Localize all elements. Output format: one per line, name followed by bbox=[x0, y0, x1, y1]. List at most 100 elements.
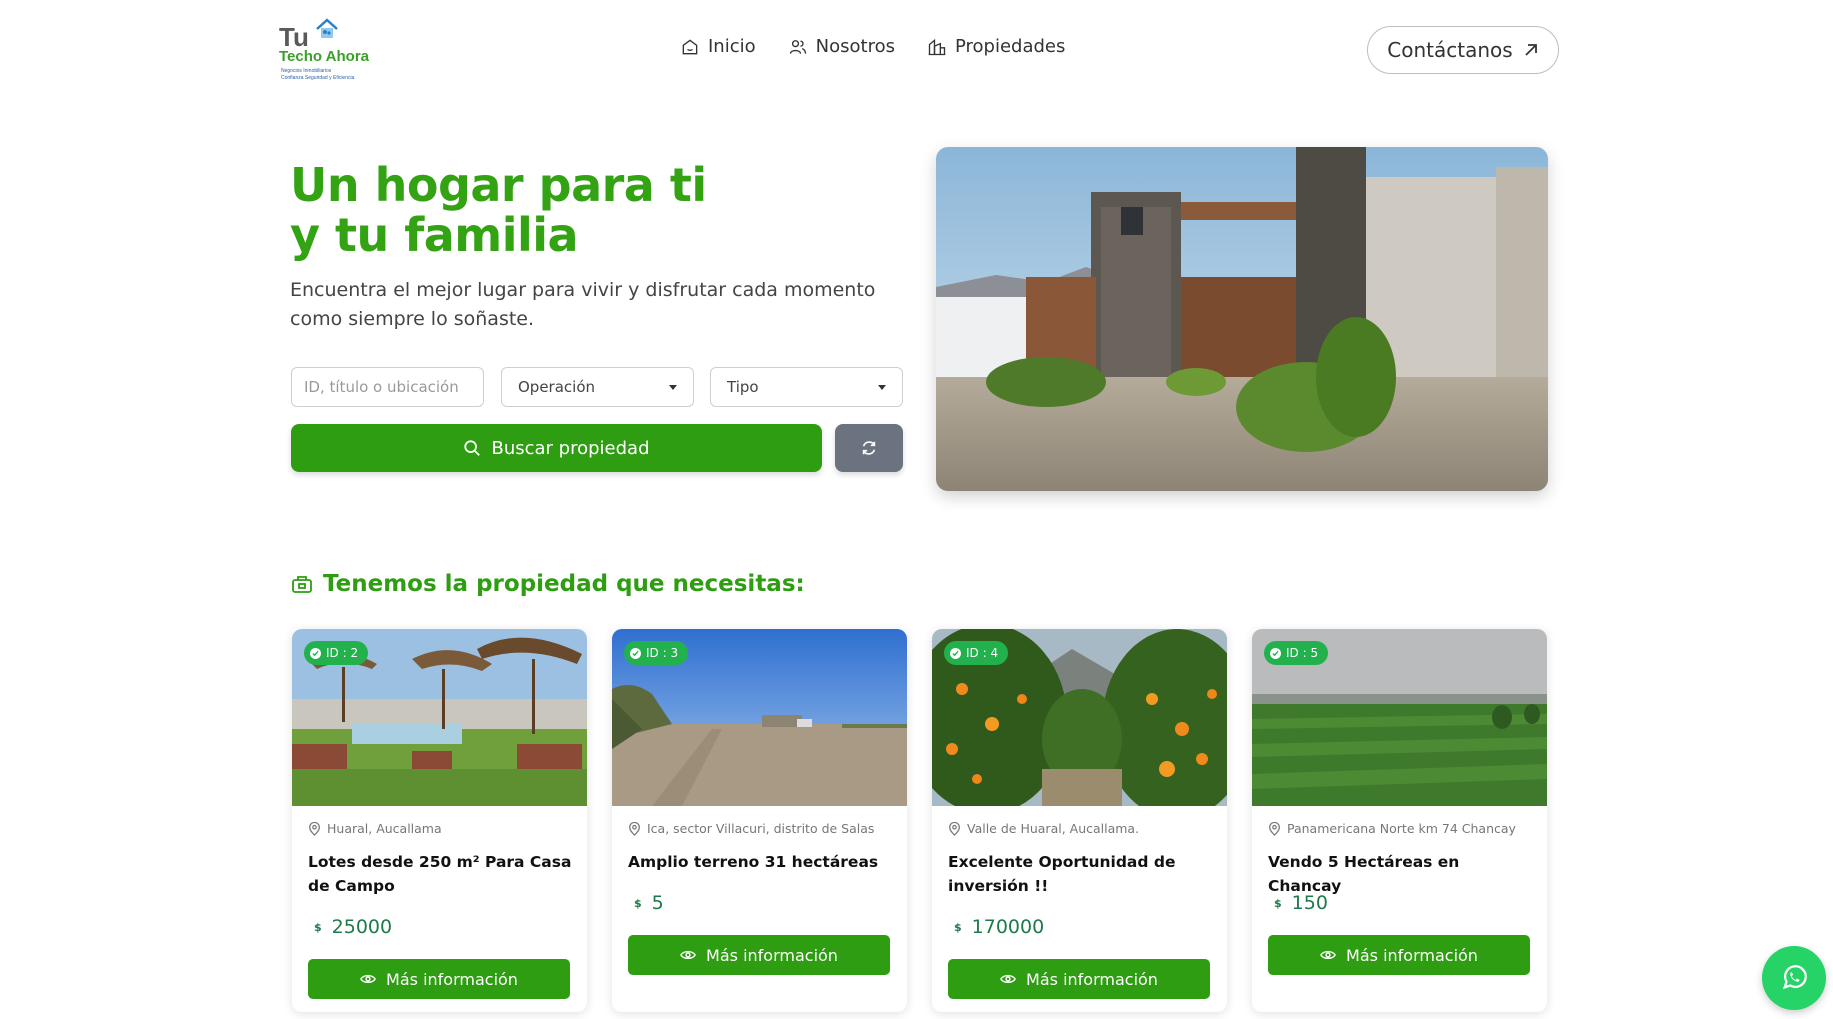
property-location-label: Panamericana Norte km 74 Chancay bbox=[1287, 821, 1516, 836]
property-location: Panamericana Norte km 74 Chancay bbox=[1268, 821, 1516, 836]
nav-nosotros[interactable]: Nosotros bbox=[788, 36, 895, 57]
hero-image bbox=[936, 147, 1548, 491]
eye-icon bbox=[360, 974, 376, 984]
check-circle-icon bbox=[630, 647, 641, 659]
currency-symbol: $ bbox=[634, 896, 642, 910]
more-info-button[interactable]: Más información bbox=[628, 935, 890, 975]
property-location: Valle de Huaral, Aucallama. bbox=[948, 821, 1139, 836]
more-info-button[interactable]: Más información bbox=[308, 959, 570, 999]
contact-button-label: Contáctanos bbox=[1387, 38, 1513, 62]
eye-icon bbox=[680, 950, 696, 960]
currency-symbol: $ bbox=[314, 920, 322, 934]
whatsapp-button[interactable] bbox=[1762, 946, 1826, 1010]
whatsapp-icon bbox=[1782, 965, 1807, 990]
property-price: $ 25000 bbox=[314, 916, 392, 938]
property-price-value: 150 bbox=[1291, 892, 1328, 914]
property-card: ID : 2 Huaral, Aucallama Lotes desde 250… bbox=[292, 629, 587, 1012]
section-title-label: Tenemos la propiedad que necesitas: bbox=[323, 571, 805, 597]
reset-button[interactable] bbox=[835, 424, 903, 472]
more-info-label: Más información bbox=[706, 945, 838, 965]
nav-inicio-label: Inicio bbox=[708, 36, 756, 57]
more-info-label: Más información bbox=[386, 969, 518, 989]
contact-button[interactable]: Contáctanos bbox=[1367, 26, 1559, 74]
users-icon bbox=[789, 39, 806, 54]
property-title[interactable]: Excelente Oportunidad de inversión !! bbox=[948, 850, 1216, 898]
nav-nosotros-label: Nosotros bbox=[815, 36, 895, 57]
property-price: $ 170000 bbox=[954, 916, 1044, 938]
more-info-label: Más información bbox=[1026, 969, 1158, 989]
type-select-label: Tipo bbox=[727, 378, 759, 396]
property-title[interactable]: Lotes desde 250 m² Para Casa de Campo bbox=[308, 850, 576, 898]
type-select[interactable]: Tipo bbox=[710, 367, 903, 407]
property-location: Huaral, Aucallama bbox=[308, 821, 442, 836]
id-badge: ID : 2 bbox=[304, 641, 369, 665]
hero-title-line2: y tu familia bbox=[290, 208, 579, 262]
property-location: Ica, sector Villacuri, distrito de Salas bbox=[628, 821, 874, 836]
property-price: $ 150 bbox=[1274, 892, 1328, 914]
section-title: Tenemos la propiedad que necesitas: bbox=[291, 571, 805, 597]
id-badge: ID : 3 bbox=[624, 641, 689, 665]
arrow-up-right-icon bbox=[1525, 44, 1537, 56]
id-badge: ID : 5 bbox=[1264, 641, 1329, 665]
property-image[interactable]: ID : 4 bbox=[932, 629, 1227, 806]
check-circle-icon bbox=[1270, 647, 1281, 659]
property-title[interactable]: Vendo 5 Hectáreas en Chancay bbox=[1268, 850, 1536, 898]
property-price-value: 5 bbox=[651, 892, 664, 914]
location-pin-icon bbox=[1269, 821, 1280, 836]
more-info-button[interactable]: Más información bbox=[948, 959, 1210, 999]
operation-select-label: Operación bbox=[518, 378, 596, 396]
id-badge-label: ID : 4 bbox=[966, 646, 999, 660]
search-input[interactable] bbox=[291, 367, 484, 407]
property-image[interactable]: ID : 3 bbox=[612, 629, 907, 806]
check-circle-icon bbox=[310, 647, 321, 659]
nav-propiedades-label: Propiedades bbox=[954, 36, 1066, 57]
logo-text-techo: Techo Ahora bbox=[279, 48, 370, 65]
caret-down-icon bbox=[878, 384, 886, 390]
property-card: ID : 5 Panamericana Norte km 74 Chancay … bbox=[1252, 629, 1547, 1012]
search-icon bbox=[464, 440, 481, 456]
property-price: $ 5 bbox=[634, 892, 664, 914]
logo-tagline-1: Negocios Inmobiliarios bbox=[281, 68, 332, 74]
refresh-icon bbox=[862, 441, 876, 455]
operation-select[interactable]: Operación bbox=[501, 367, 694, 407]
property-location-label: Valle de Huaral, Aucallama. bbox=[967, 821, 1140, 836]
more-info-button[interactable]: Más información bbox=[1268, 935, 1530, 975]
site-logo[interactable]: Tu Techo Ahora Negocios Inmobiliarios Co… bbox=[277, 18, 373, 84]
property-price-value: 25000 bbox=[331, 916, 393, 938]
property-image[interactable]: ID : 5 bbox=[1252, 629, 1547, 806]
hero-subtitle: Encuentra el mejor lugar para vivir y di… bbox=[290, 279, 876, 330]
building-icon bbox=[928, 38, 946, 55]
more-info-label: Más información bbox=[1346, 945, 1478, 965]
id-badge-label: ID : 3 bbox=[646, 646, 679, 660]
currency-symbol: $ bbox=[954, 920, 962, 934]
property-card: ID : 3 Ica, sector Villacuri, distrito d… bbox=[612, 629, 907, 1012]
home-icon bbox=[682, 39, 698, 54]
house-logo-icon bbox=[316, 18, 338, 38]
caret-down-icon bbox=[669, 384, 677, 390]
header: Tu Techo Ahora Negocios Inmobiliarios Co… bbox=[0, 0, 1833, 100]
property-card: ID : 4 Valle de Huaral, Aucallama. Excel… bbox=[932, 629, 1227, 1012]
location-pin-icon bbox=[629, 821, 640, 836]
eye-icon bbox=[1320, 950, 1336, 960]
location-pin-icon bbox=[309, 821, 320, 836]
briefcase-icon bbox=[292, 576, 312, 593]
location-pin-icon bbox=[949, 821, 960, 836]
nav-propiedades[interactable]: Propiedades bbox=[927, 36, 1065, 57]
id-badge: ID : 4 bbox=[944, 641, 1009, 665]
check-circle-icon bbox=[950, 647, 961, 659]
id-badge-label: ID : 2 bbox=[326, 646, 359, 660]
search-button-label: Buscar propiedad bbox=[491, 437, 650, 459]
property-location-label: Ica, sector Villacuri, distrito de Salas bbox=[647, 821, 875, 836]
search-button[interactable]: Buscar propiedad bbox=[291, 424, 822, 472]
nav-inicio[interactable]: Inicio bbox=[680, 36, 756, 57]
property-image[interactable]: ID : 2 bbox=[292, 629, 587, 806]
property-location-label: Huaral, Aucallama bbox=[327, 821, 442, 836]
property-title[interactable]: Amplio terreno 31 hectáreas bbox=[628, 850, 896, 874]
currency-symbol: $ bbox=[1274, 896, 1282, 910]
property-price-value: 170000 bbox=[971, 916, 1045, 938]
hero-title-line1: Un hogar para ti bbox=[290, 158, 707, 212]
id-badge-label: ID : 5 bbox=[1286, 646, 1319, 660]
logo-tagline-2: Confianza Seguridad y Eficiencia bbox=[281, 75, 355, 81]
eye-icon bbox=[1000, 974, 1016, 984]
hero-title: Un hogar para ti y tu familia bbox=[290, 160, 707, 260]
